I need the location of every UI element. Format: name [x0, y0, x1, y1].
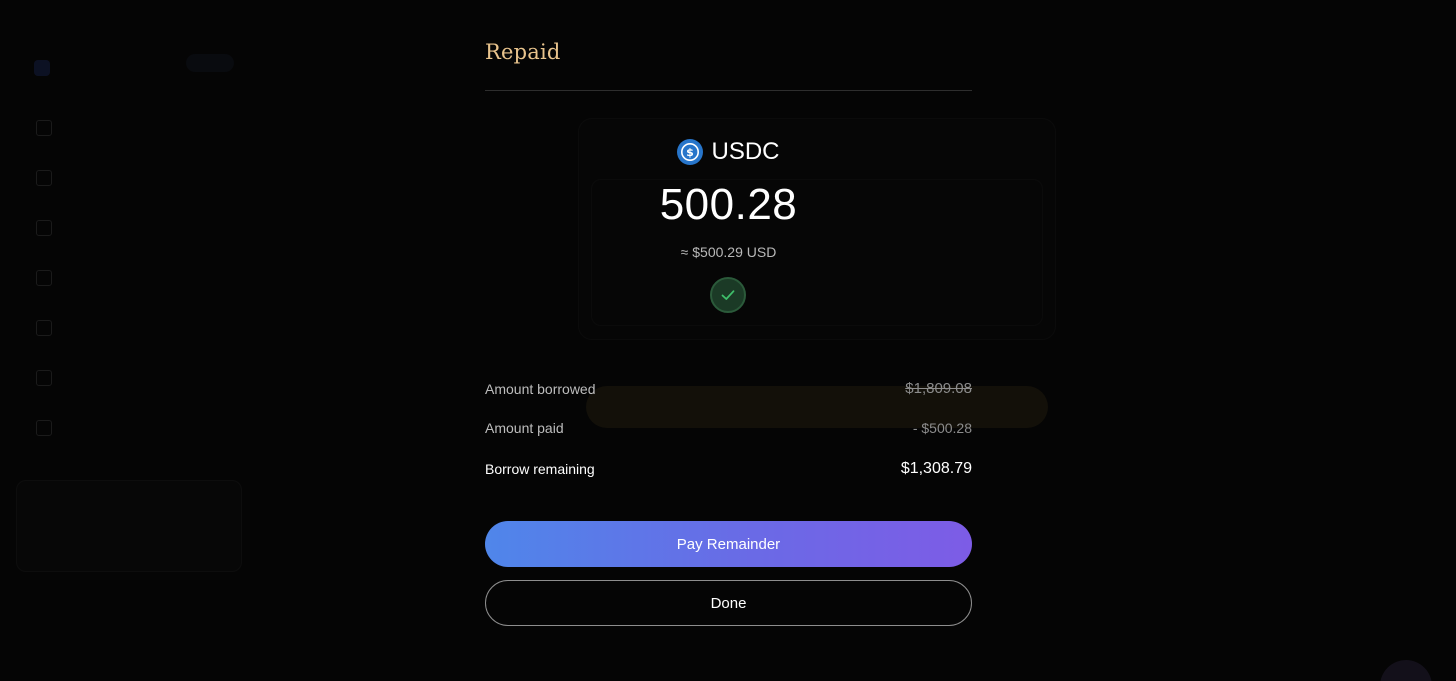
sidebar-item	[36, 220, 64, 236]
help-fab	[1380, 660, 1432, 681]
network-chip	[186, 54, 234, 72]
background-logo	[34, 60, 58, 76]
nav-icon	[36, 220, 52, 236]
svg-text:$: $	[687, 146, 695, 159]
promo-card	[16, 480, 242, 572]
nav-icon	[36, 370, 52, 386]
usdc-icon: $	[677, 139, 704, 165]
done-button[interactable]: Done	[485, 580, 972, 626]
repaid-amount: 500.28	[659, 180, 798, 229]
asset-name: USDC	[711, 138, 780, 165]
pay-remainder-button[interactable]: Pay Remainder	[485, 521, 972, 567]
logo-icon	[34, 60, 50, 76]
sidebar-item	[36, 420, 64, 436]
asset-row: $ USDC	[485, 138, 972, 166]
amount-paid-label: Amount paid	[485, 420, 564, 436]
modal-divider	[485, 90, 972, 91]
repaid-modal: Repaid $ USDC 500.28 ≈ $500.29 USD Amoun…	[485, 0, 972, 681]
nav-icon	[36, 320, 52, 336]
summary-row-remaining: Borrow remaining $1,308.79	[485, 460, 972, 478]
sidebar-item	[36, 320, 64, 336]
usd-value: ≈ $500.29 USD	[680, 244, 777, 260]
nav-icon	[36, 170, 52, 186]
app-root: Repaid $ USDC 500.28 ≈ $500.29 USD Amoun…	[0, 0, 1456, 681]
summary-row-borrowed: Amount borrowed $1,809.08	[485, 380, 972, 397]
amount-borrowed-value: $1,809.08	[905, 380, 972, 397]
summary-row-paid: Amount paid - $500.28	[485, 420, 972, 436]
sidebar-item	[36, 370, 64, 386]
amount-borrowed-label: Amount borrowed	[485, 380, 596, 397]
background-sidebar	[16, 50, 250, 630]
borrow-remaining-value: $1,308.79	[900, 460, 972, 477]
sidebar-item	[36, 270, 64, 286]
check-icon	[710, 277, 746, 313]
sidebar-item	[36, 170, 64, 186]
nav-icon	[36, 420, 52, 436]
amount-paid-value: - $500.28	[912, 420, 972, 436]
borrow-remaining-label: Borrow remaining	[485, 461, 595, 477]
nav-icon	[36, 120, 52, 136]
nav-icon	[36, 270, 52, 286]
sidebar-item	[36, 120, 64, 136]
modal-title: Repaid	[485, 40, 561, 64]
